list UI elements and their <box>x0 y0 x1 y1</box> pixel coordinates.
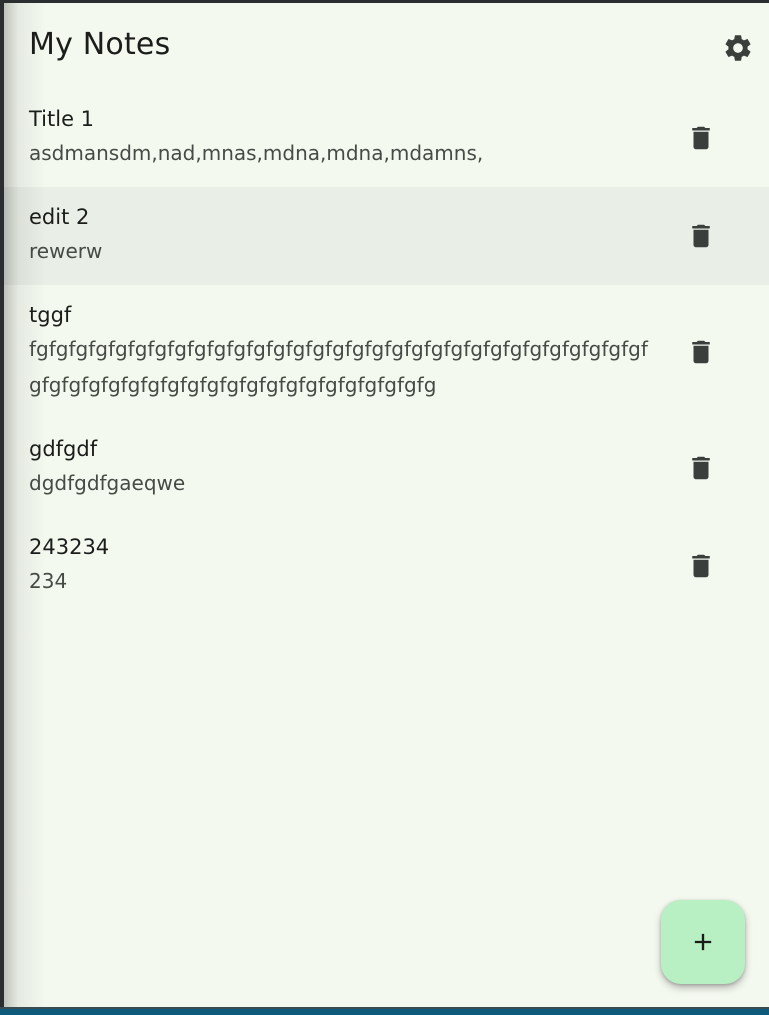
notes-list: Title 1 asdmansdm,nad,mnas,mdna,mdna,mda… <box>4 89 769 615</box>
note-item[interactable]: edit 2 rewerw <box>4 187 769 285</box>
note-content: 234 <box>29 569 68 593</box>
delete-note-button[interactable] <box>681 332 721 372</box>
delete-note-button[interactable] <box>681 118 721 158</box>
note-title: Title 1 <box>29 107 95 131</box>
app-window: My Notes Title 1 asdmansdm,nad,mnas,mdna… <box>4 3 769 1007</box>
page-title: My Notes <box>29 27 171 62</box>
note-item[interactable]: gdfgdf dgdfgdfgaeqwe <box>4 419 769 517</box>
plus-icon <box>694 933 712 951</box>
app-bar: My Notes <box>4 3 769 89</box>
note-item[interactable]: Title 1 asdmansdm,nad,mnas,mdna,mdna,mda… <box>4 89 769 187</box>
delete-note-button[interactable] <box>681 448 721 488</box>
trash-icon <box>692 224 710 248</box>
note-content: asdmansdm,nad,mnas,mdna,mdna,mdamns, <box>29 141 484 165</box>
trash-icon <box>692 456 710 480</box>
settings-button[interactable] <box>718 28 758 68</box>
delete-note-button[interactable] <box>681 216 721 256</box>
note-title: gdfgdf <box>29 437 98 461</box>
trash-icon <box>692 340 710 364</box>
add-note-button[interactable] <box>661 900 745 984</box>
note-item[interactable]: 243234 234 <box>4 517 769 615</box>
trash-icon <box>692 554 710 578</box>
note-content: dgdfgdfgaeqwe <box>29 471 186 495</box>
trash-icon <box>692 126 710 150</box>
note-title: 243234 <box>29 535 110 559</box>
note-title: edit 2 <box>29 205 90 229</box>
note-content: fgfgfgfgfgfgfgfgfgfgfgfgfgfgfgfgfgfgfgfg… <box>29 337 648 397</box>
note-title: tggf <box>29 303 72 327</box>
gear-icon <box>725 35 751 61</box>
bottom-edge <box>0 1007 769 1015</box>
note-item[interactable]: tggf fgfgfgfgfgfgfgfgfgfgfgfgfgfgfgfgfgf… <box>4 285 769 419</box>
delete-note-button[interactable] <box>681 546 721 586</box>
note-content: rewerw <box>29 239 103 263</box>
